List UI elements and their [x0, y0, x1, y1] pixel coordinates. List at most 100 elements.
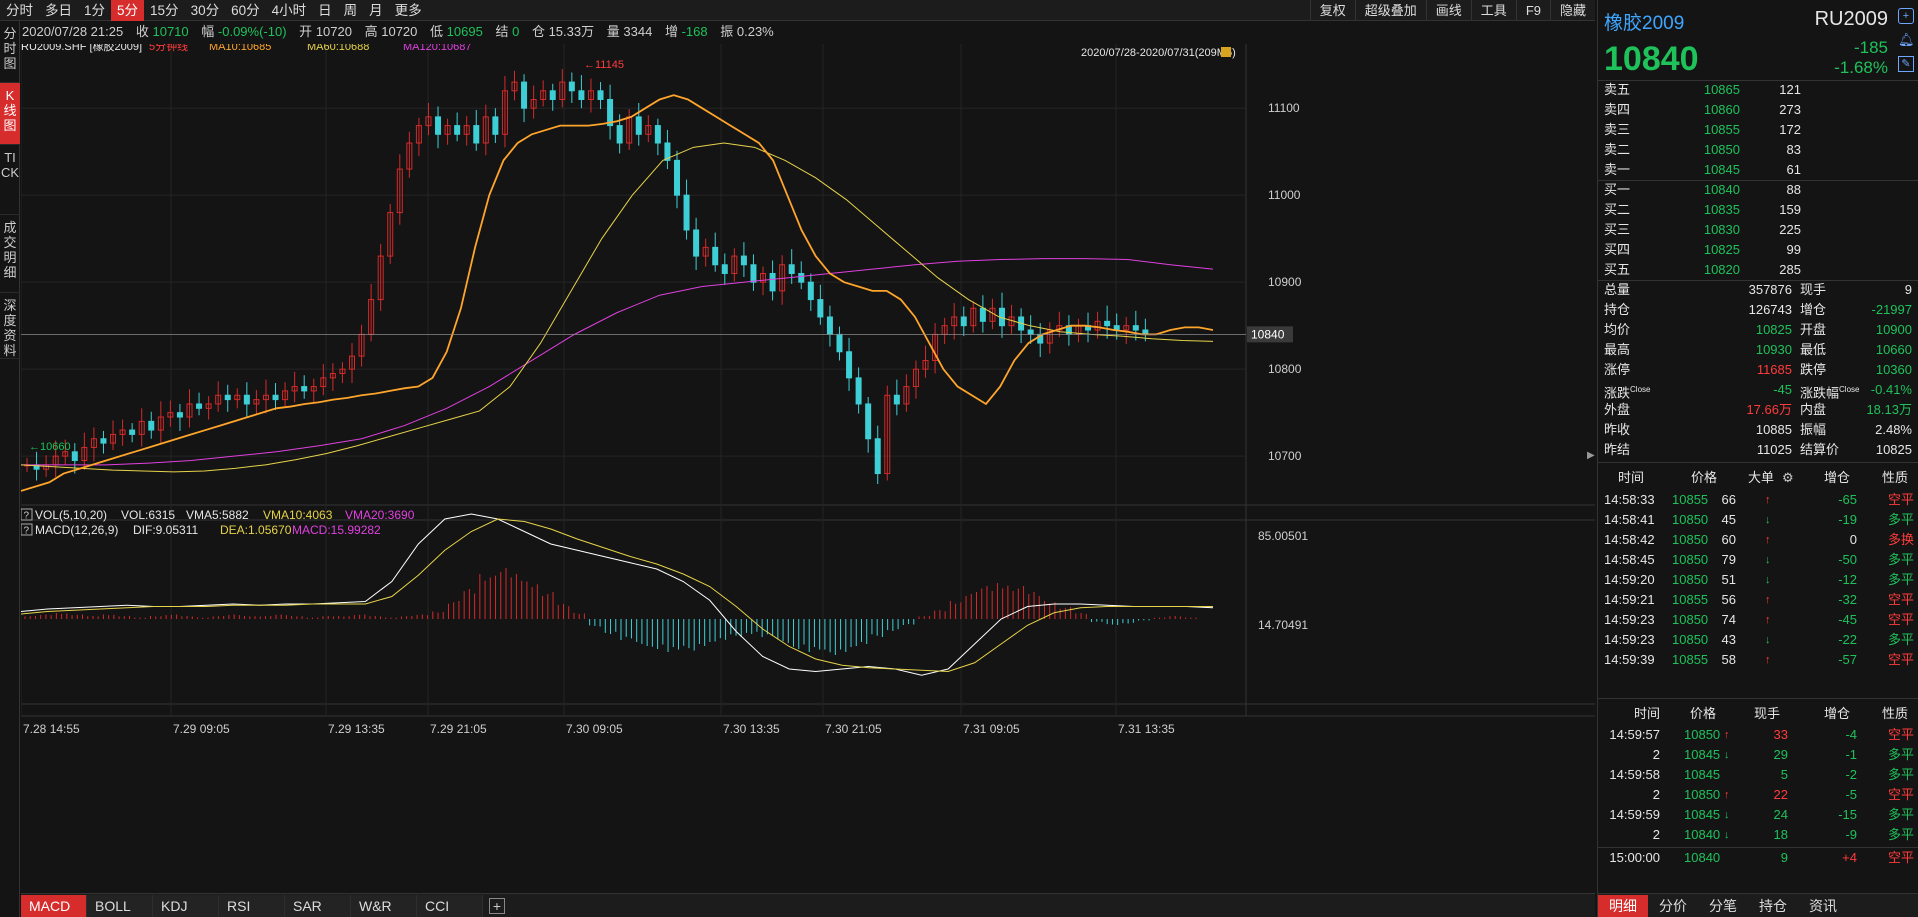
- detail-tab[interactable]: 分笔: [1698, 895, 1748, 917]
- kline-chart[interactable]: 11100 11000 10900 10800 10700 7.28 14:55 7.29 …: [21, 44, 1595, 893]
- instrument-name: 橡胶2009: [1604, 13, 1685, 34]
- stats-row: 涨跌Close -45 涨跌幅Close -0.41%: [1598, 380, 1918, 400]
- side-tab[interactable]: 分时图: [0, 21, 20, 83]
- book-volume: 225: [1779, 222, 1801, 237]
- toolbar-button[interactable]: 隐藏: [1549, 0, 1595, 21]
- tick-size: 29: [1773, 747, 1788, 762]
- time-tick-label: 7.29 21:05: [430, 722, 487, 736]
- period-tab[interactable]: 更多: [389, 0, 428, 21]
- stat-value: 18.13万: [1866, 402, 1912, 417]
- detail-tab[interactable]: 明细: [1598, 894, 1648, 917]
- stat-label: 昨收: [1604, 420, 1630, 440]
- book-label: 买三: [1604, 222, 1631, 237]
- indicator-tab[interactable]: SAR: [285, 894, 351, 917]
- toolbar-button[interactable]: 超级叠加: [1354, 0, 1426, 21]
- period-tab[interactable]: 60分: [225, 0, 266, 21]
- collapse-panel-icon[interactable]: ▶: [1587, 450, 1596, 464]
- side-tab[interactable]: 深度资料: [0, 293, 20, 359]
- candle-body: [301, 386, 308, 392]
- column-header: 现手: [1754, 706, 1781, 721]
- side-tab[interactable]: 成交明细: [0, 215, 20, 293]
- toolbar-button[interactable]: 复权: [1309, 0, 1355, 21]
- candle-body: [100, 438, 107, 444]
- stat-value: 357876: [1748, 282, 1792, 297]
- tick-time: 2: [1652, 747, 1660, 762]
- indicator-tab[interactable]: MACD: [21, 894, 87, 917]
- stats-row: 昨收 10885 振幅 2.48%: [1598, 420, 1918, 440]
- tick-size: 5: [1780, 767, 1788, 782]
- book-volume: 159: [1779, 202, 1801, 217]
- arrow-up-icon: ↑: [1765, 614, 1771, 626]
- candle-body: [578, 90, 585, 100]
- tick-time: 14:59:58: [1609, 767, 1660, 782]
- price-tick-label: 11100: [1268, 101, 1300, 115]
- period-tab[interactable]: 分时: [0, 0, 39, 21]
- detail-tab[interactable]: 持仓: [1748, 895, 1798, 917]
- indicator-tab[interactable]: BOLL: [87, 894, 153, 917]
- stat-key: 涨跌幅: [1800, 385, 1840, 401]
- toolbar-button[interactable]: F9: [1515, 0, 1550, 21]
- toolbar-button[interactable]: 工具: [1470, 0, 1516, 21]
- period-tab[interactable]: 多日: [39, 0, 78, 21]
- candle-body: [817, 299, 824, 318]
- stat-value: -0.41%: [1870, 382, 1912, 397]
- tick-row: 14:59:57 10850 ↑ 33 -4 空平: [1598, 725, 1918, 745]
- candle-body: [807, 281, 814, 301]
- detail-tab[interactable]: 资讯: [1798, 895, 1848, 917]
- price-tick-label: 10700: [1268, 449, 1302, 463]
- tick-nature: 多平: [1887, 827, 1914, 842]
- detail-tab[interactable]: 分价: [1648, 895, 1698, 917]
- add-favorite-icon[interactable]: +: [1898, 8, 1914, 24]
- arrow-up-icon: ↑: [1765, 654, 1771, 666]
- candle-body: [1132, 325, 1139, 331]
- side-tab[interactable]: K线图: [0, 83, 20, 145]
- book-price: 10865: [1703, 82, 1740, 97]
- alert-bell-icon[interactable]: 🔔︎: [1898, 32, 1915, 48]
- side-tab[interactable]: TICK: [0, 145, 20, 215]
- trade-price: 10855: [1672, 492, 1709, 507]
- arrow-down-icon: ↓: [1724, 829, 1730, 841]
- stat-value: 10825: [1755, 322, 1792, 337]
- trade-nature: 多换: [1887, 532, 1914, 547]
- settings-gear-icon[interactable]: ⚙: [1782, 468, 1794, 488]
- period-tab[interactable]: 30分: [185, 0, 226, 21]
- trade-time: 14:59:23: [1604, 632, 1655, 647]
- macd-dea: DEA:1.05670: [220, 523, 292, 537]
- tick-size: 33: [1773, 727, 1788, 742]
- order-book-bids: 买一 10840 88 买二 10835 159 买三 10830 225 买四 10825 99 买五…: [1598, 180, 1918, 280]
- indicator-tab[interactable]: W&R: [351, 894, 417, 917]
- stat-sup: Close: [1630, 385, 1651, 394]
- toolbar-button[interactable]: 画线: [1425, 0, 1471, 21]
- big-trade-row: 14:58:41 10850 45 ↓ -19 多平: [1598, 510, 1918, 530]
- period-tab[interactable]: 1分: [78, 0, 111, 21]
- candle-body: [243, 394, 250, 405]
- stats-row: 外盘 17.66万 内盘 18.13万: [1598, 400, 1918, 420]
- period-tab[interactable]: 月: [363, 0, 389, 21]
- period-tab[interactable]: 15分: [144, 0, 185, 21]
- tick-row: 14:59:59 10845 ↓ 24 -15 多平: [1598, 805, 1918, 825]
- indicator-tab[interactable]: KDJ: [153, 894, 219, 917]
- trade-nature: 空平: [1887, 652, 1914, 667]
- trade-increase: -50: [1838, 552, 1857, 567]
- candle-body: [224, 394, 231, 401]
- edit-icon[interactable]: ✎: [1898, 56, 1914, 72]
- trade-size: 43: [1721, 632, 1736, 647]
- indicator-tab[interactable]: CCI: [417, 894, 483, 917]
- top-toolbar: 分时 多日 1分 5分 15分 30分 60分 4小时日周月更多 复权 超级叠加 画线 工具 F9 隐藏: [0, 0, 1595, 21]
- period-tab[interactable]: 日: [312, 0, 338, 21]
- quote-panel: 橡胶2009 RU2009 + 🔔︎ ✎ 10840 -185 -1.68% 卖…: [1597, 0, 1918, 917]
- period-tab[interactable]: 周: [338, 0, 364, 21]
- trade-size: 79: [1721, 552, 1736, 567]
- column-header: 增仓: [1824, 470, 1851, 485]
- quote-change: 幅 -0.09%(-10): [201, 24, 287, 39]
- stat-key: 均价: [1604, 322, 1631, 337]
- add-indicator-button[interactable]: +: [489, 897, 505, 914]
- stats-row: 总量 357876 现手 9: [1598, 280, 1918, 300]
- tick-row: 2 10845 ↓ 29 -1 多平: [1598, 745, 1918, 765]
- detail-tabs: 明细 分价 分笔 持仓 资讯: [1598, 893, 1918, 917]
- period-tab[interactable]: 4小时: [266, 0, 313, 21]
- arrow-up-icon: ↑: [1724, 729, 1730, 741]
- indicator-tab[interactable]: RSI: [219, 894, 285, 917]
- period-tab[interactable]: 5分: [111, 0, 145, 21]
- tick-price: 10845: [1684, 747, 1721, 762]
